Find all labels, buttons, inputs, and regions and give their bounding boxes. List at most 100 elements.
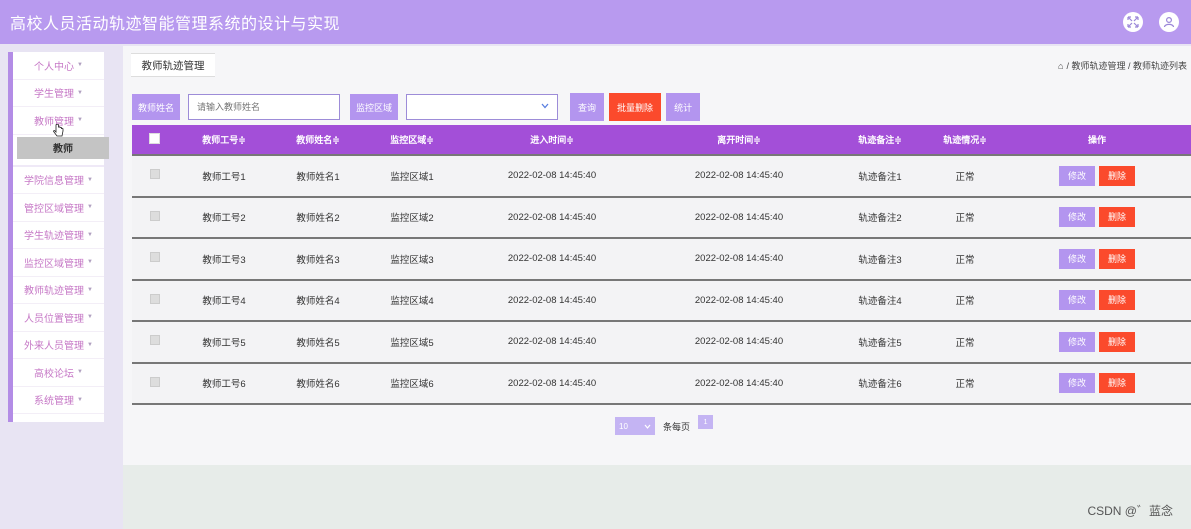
caret-down-icon: ▼ — [77, 396, 83, 403]
cell-monitor-area: 监控区域6 — [365, 361, 459, 405]
sidebar-item-label: 高校论坛 — [34, 368, 75, 380]
caret-down-icon: ▼ — [77, 369, 83, 376]
delete-button[interactable]: 删除 — [1099, 207, 1135, 228]
sidebar-item-student-track[interactable]: 学生轨迹管理 ▼ — [13, 222, 104, 249]
row-checkbox-cell[interactable] — [132, 361, 177, 405]
query-button[interactable]: 查询 — [570, 93, 605, 121]
caret-down-icon: ▼ — [87, 231, 93, 238]
cell-teacher-id: 教师工号6 — [177, 361, 271, 405]
delete-button[interactable]: 删除 — [1099, 248, 1135, 269]
cell-actions: 修改 删除 — [1003, 278, 1191, 321]
edit-button[interactable]: 修改 — [1059, 373, 1095, 394]
row-checkbox[interactable] — [149, 293, 160, 304]
sort-icon[interactable]: ≑ — [753, 135, 761, 145]
sidebar-item-teacher-track[interactable]: 教师轨迹管理 ▼ — [13, 277, 104, 304]
row-checkbox[interactable] — [149, 169, 160, 180]
edit-button[interactable]: 修改 — [1059, 248, 1095, 269]
sidebar-item-visitors[interactable]: 外来人员管理 ▼ — [13, 332, 104, 359]
main-footer-area — [123, 465, 1191, 529]
row-checkbox-cell[interactable] — [132, 195, 177, 238]
column-header[interactable]: 监控区域≑ — [365, 125, 459, 155]
fullscreen-icon[interactable] — [1123, 12, 1143, 32]
home-icon[interactable]: ⌂ — [1058, 61, 1063, 71]
cell-leave-time: 2022-02-08 14:45:40 — [645, 195, 833, 238]
cell-enter-time: 2022-02-08 14:45:40 — [459, 237, 645, 280]
page-number-button[interactable]: 1 — [698, 415, 714, 429]
batch-delete-button[interactable]: 批量删除 — [609, 93, 662, 121]
tab-teacher-track[interactable]: 教师轨迹管理 — [131, 53, 215, 77]
breadcrumb: ⌂ / 教师轨迹管理 / 教师轨迹列表 — [1058, 59, 1187, 72]
cell-leave-time: 2022-02-08 14:45:40 — [645, 361, 833, 405]
row-checkbox-cell[interactable] — [132, 278, 177, 321]
monitor-area-select[interactable] — [406, 94, 559, 120]
row-checkbox-cell[interactable] — [132, 237, 177, 280]
row-checkbox-cell[interactable] — [132, 320, 177, 363]
cell-teacher-id: 教师工号3 — [177, 237, 271, 280]
sidebar-item-label: 系统管理 — [34, 396, 75, 408]
row-checkbox[interactable] — [149, 252, 160, 263]
column-header[interactable]: 离开时间≑ — [645, 125, 833, 155]
sidebar-item-monitor-area[interactable]: 监控区域管理 ▼ — [13, 249, 104, 277]
teacher-track-table: 教师工号≑ 教师姓名≑ 监控区域≑ 进入时间≑ 离开时间≑ 轨迹备注≑ 轨迹情况… — [132, 125, 1191, 405]
row-checkbox-cell[interactable] — [132, 154, 177, 197]
table-row: 教师工号4 教师姓名4 监控区域4 2022-02-08 14:45:40 20… — [132, 278, 1191, 321]
cell-track-note: 轨迹备注2 — [833, 195, 927, 238]
edit-button[interactable]: 修改 — [1059, 290, 1095, 311]
page-size-select[interactable]: 10 — [615, 417, 655, 435]
delete-button[interactable]: 删除 — [1099, 290, 1135, 311]
cell-track-status: 正常 — [927, 278, 1003, 321]
sort-icon[interactable]: ≑ — [979, 135, 987, 145]
column-header[interactable]: 轨迹情况≑ — [927, 125, 1003, 155]
delete-button[interactable]: 删除 — [1099, 331, 1135, 352]
sidebar-item-college-info[interactable]: 学院信息管理 ▼ — [13, 167, 104, 194]
select-all-checkbox-cell[interactable] — [132, 125, 177, 155]
cell-leave-time: 2022-02-08 14:45:40 — [645, 237, 833, 280]
select-all-checkbox[interactable] — [149, 133, 160, 144]
row-checkbox[interactable] — [149, 210, 160, 221]
per-page-label: 条每页 — [663, 421, 691, 432]
sidebar-item-system[interactable]: 系统管理 ▼ — [13, 387, 104, 414]
sidebar-item-label: 学生轨迹管理 — [24, 231, 85, 243]
statistics-button[interactable]: 统计 — [666, 93, 701, 121]
teacher-name-input[interactable] — [188, 94, 341, 120]
sidebar-item-student-management[interactable]: 学生管理 ▼ — [13, 80, 104, 107]
sidebar-item-label: 人员位置管理 — [24, 313, 85, 325]
user-icon[interactable] — [1159, 12, 1179, 32]
chevron-down-icon — [541, 101, 549, 111]
sort-icon[interactable]: ≑ — [426, 135, 434, 145]
app-title: 高校人员活动轨迹智能管理系统的设计与实现 — [10, 16, 341, 33]
sidebar-item-personal-center[interactable]: 个人中心 ▼ — [13, 52, 104, 80]
caret-down-icon: ▼ — [87, 259, 93, 266]
cell-track-note: 轨迹备注5 — [833, 320, 927, 363]
delete-button[interactable]: 删除 — [1099, 373, 1135, 394]
column-header[interactable]: 教师工号≑ — [177, 125, 271, 155]
search-bar: 教师姓名 监控区域 查询 批量删除 统计 — [132, 93, 701, 121]
caret-down-icon: ▼ — [87, 286, 93, 293]
row-checkbox[interactable] — [149, 376, 160, 387]
column-header[interactable]: 进入时间≑ — [459, 125, 645, 155]
row-checkbox[interactable] — [149, 335, 160, 346]
cell-enter-time: 2022-02-08 14:45:40 — [459, 320, 645, 363]
sidebar-item-person-location[interactable]: 人员位置管理 ▼ — [13, 304, 104, 332]
sort-icon[interactable]: ≑ — [332, 135, 340, 145]
edit-button[interactable]: 修改 — [1059, 165, 1095, 186]
cell-actions: 修改 删除 — [1003, 154, 1191, 197]
sidebar-item-label: 监控区域管理 — [24, 258, 85, 270]
caret-down-icon: ▼ — [87, 341, 93, 348]
column-header[interactable]: 教师姓名≑ — [271, 125, 365, 155]
cell-track-status: 正常 — [927, 195, 1003, 238]
edit-button[interactable]: 修改 — [1059, 207, 1095, 228]
chevron-down-icon — [644, 422, 651, 431]
cell-teacher-id: 教师工号5 — [177, 320, 271, 363]
column-header[interactable]: 轨迹备注≑ — [833, 125, 927, 155]
cell-track-status: 正常 — [927, 154, 1003, 197]
sort-icon[interactable]: ≑ — [566, 135, 574, 145]
cell-enter-time: 2022-02-08 14:45:40 — [459, 195, 645, 238]
sidebar-item-forum[interactable]: 高校论坛 ▼ — [13, 359, 104, 387]
teacher-name-label: 教师姓名 — [132, 94, 181, 120]
sidebar-item-control-area[interactable]: 管控区域管理 ▼ — [13, 194, 104, 222]
edit-button[interactable]: 修改 — [1059, 331, 1095, 352]
sort-icon[interactable]: ≑ — [894, 135, 902, 145]
delete-button[interactable]: 删除 — [1099, 165, 1135, 186]
sort-icon[interactable]: ≑ — [238, 135, 246, 145]
